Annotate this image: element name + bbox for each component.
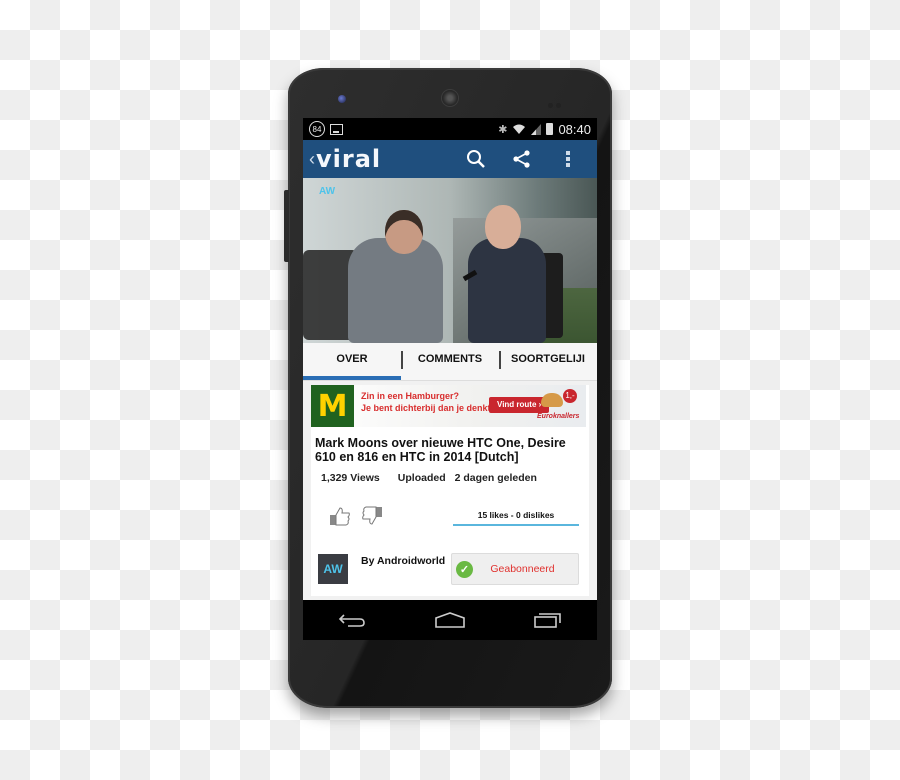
home-icon [435,612,465,628]
likes-summary: 15 likes - 0 dislikes [453,510,579,526]
app-bar: ‹ viral [303,140,597,178]
up-navigation-icon[interactable]: ‹ [309,149,315,170]
ad-subline: Je bent dichterbij dan je denkt... [361,403,499,413]
clock: 08:40 [558,121,591,137]
ad-tagline: Euroknallers [537,413,580,420]
channel-row: AW By Androidworld ✓ Geabonneerd [311,546,589,596]
uploaded-value: 2 dagen geleden [454,472,537,484]
volume-button [284,190,289,262]
tab-comments[interactable]: COMMENTS [401,343,499,380]
channel-name[interactable]: By Androidworld [361,555,445,567]
screen: 84 ✱ 08:40 ‹ viral AW OVER COMMENTS SOOR… [303,118,597,640]
thumbs-up-icon[interactable] [329,506,351,526]
channel-avatar[interactable]: AW [318,554,348,584]
search-icon [467,150,485,168]
interviewer [348,238,443,343]
subscribe-label: Geabonneerd [490,563,555,575]
ad-banner[interactable]: M Zin in een Hamburger? Je bent dichterb… [311,385,586,427]
tab-bar: OVER COMMENTS SOORTGELIJI [303,343,597,381]
share-icon [513,150,530,168]
subscribe-button[interactable]: ✓ Geabonneerd [451,553,579,585]
uploaded-label: Uploaded [397,472,446,484]
recents-icon [534,613,561,628]
bluetooth-icon: ✱ [498,123,508,136]
search-button[interactable] [453,140,499,178]
video-player[interactable]: AW [303,178,597,343]
ad-price-badge: 1,- [563,389,577,403]
overflow-menu-icon [566,151,570,167]
proximity-sensor [548,95,564,108]
app-logo[interactable]: viral [316,145,381,173]
back-button[interactable] [332,605,372,635]
share-button[interactable] [499,140,545,178]
tab-similar[interactable]: SOORTGELIJI [499,343,597,380]
signal-icon [531,123,542,135]
rating-row: 15 likes - 0 dislikes [311,484,589,546]
ad-route-button[interactable]: Vind route › [489,397,550,413]
image-icon [330,123,343,135]
video-details-card: M Zin in een Hamburger? Je bent dichterb… [311,385,589,596]
overflow-menu-button[interactable] [545,140,591,178]
video-meta: 1,329 Views Uploaded 2 dagen geleden [311,464,589,484]
wifi-icon [513,124,526,134]
recents-button[interactable] [528,605,568,635]
back-icon [338,614,365,627]
view-count: 1,329 Views [321,472,380,484]
earpiece-speaker [442,90,458,106]
front-camera [338,95,346,103]
burger-image [541,393,563,407]
home-button[interactable] [430,605,470,635]
check-icon: ✓ [456,560,473,578]
mcdonalds-logo: M [311,385,354,427]
tab-over[interactable]: OVER [303,343,401,380]
ad-headline: Zin in een Hamburger? [361,391,460,401]
thumbs-down-icon[interactable] [361,506,383,526]
navigation-bar [303,600,597,640]
interviewee [468,238,546,343]
channel-watermark: AW [319,186,336,197]
counter-badge-icon: 84 [309,121,325,137]
status-bar: 84 ✱ 08:40 [303,118,597,140]
video-title: Mark Moons over nieuwe HTC One, Desire 6… [315,436,566,464]
battery-icon [546,123,554,135]
